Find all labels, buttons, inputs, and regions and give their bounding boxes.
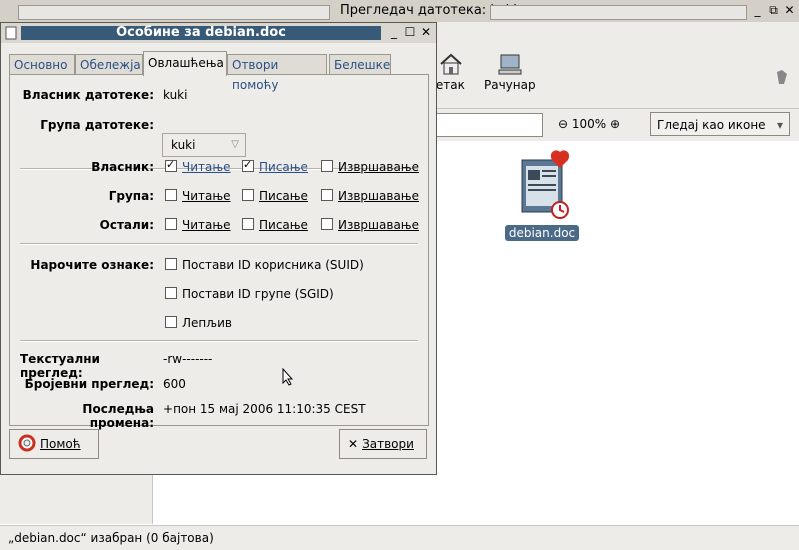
zoom-in-icon[interactable]: ⊕ [610,117,620,131]
location-bar: ⊖ 100% ⊕ Гледај као иконе ▾ [436,109,799,142]
group-write-checkbox[interactable]: Писање [242,189,308,203]
zoom-level[interactable]: 100% [572,117,606,131]
tab-permissions[interactable]: Овлашћења [143,51,227,76]
separator [20,243,418,245]
group-exec-checkbox[interactable]: Извршавање [321,189,419,203]
chevron-down-icon: ▽ [231,139,239,150]
close-button[interactable]: ✕ Затвори [339,429,427,459]
tab-open-with[interactable]: Отвори помоћу [227,54,327,92]
minimize-icon[interactable]: _ [750,3,765,18]
group-label: Група датотеке: [40,118,154,132]
sticky-checkbox[interactable]: Лепљив [165,316,232,330]
suid-checkbox[interactable]: Постави ID корисника (SUID) [165,258,364,272]
computer-label: Рачунар [484,78,536,92]
others-exec-checkbox[interactable]: Извршавање [321,218,419,232]
owner-value: kuki [163,88,188,102]
group-select[interactable]: kuki ▽ [162,133,246,157]
zoom-out-icon[interactable]: ⊖ [558,117,568,131]
permissions-panel: Власник датотеке: kuki Група датотеке: k… [9,74,429,430]
others-read-checkbox[interactable]: Читање [165,218,231,232]
minimize-icon[interactable]: _ [387,25,401,39]
last-change-label: Последња промена: [82,402,154,430]
numeric-view-label: Бројевни преглед: [24,377,154,391]
view-mode-select[interactable]: Гледај као иконе ▾ [650,112,790,136]
lifebuoy-icon [18,434,36,452]
location-input[interactable] [436,113,543,137]
close-icon[interactable]: ✕ [782,3,797,18]
file-manager-titlebar: Прегледач датотека: kuki _ ⧉ ✕ [0,0,799,23]
numeric-view-value: 600 [163,377,186,391]
chevron-down-icon: ▾ [776,118,783,132]
tab-emblems[interactable]: Обележја [75,54,143,75]
close-icon[interactable]: ✕ [419,25,433,39]
document-small-icon [5,26,17,40]
maximize-icon[interactable]: ⧉ [766,3,781,18]
tab-notes[interactable]: Белешке [329,54,391,75]
help-button[interactable]: Помоћ [9,429,99,459]
computer-icon [498,54,522,75]
close-x-icon: ✕ [348,437,359,451]
dialog-title: Особине за debian.doc [21,26,381,40]
perm-others-label: Остали: [99,218,154,232]
text-view-label: Текстуални преглед: [20,352,100,380]
side-pane [0,475,153,524]
throbber-icon [777,70,787,84]
others-write-checkbox[interactable]: Писање [242,218,308,232]
maximize-icon[interactable]: ☐ [403,25,417,39]
text-view-value: -rw------- [163,352,213,366]
titlebar-grip [18,5,330,20]
dialog-titlebar: Особине за debian.doc _ ☐ ✕ [1,23,436,43]
sgid-checkbox[interactable]: Постави ID групе (SGID) [165,287,334,301]
view-mode-label: Гледај као иконе [657,118,766,132]
perm-owner-label: Власник: [91,160,154,174]
owner-write-checkbox[interactable]: Писање [242,158,308,174]
status-bar: „debian.doc“ изабран (0 бајтова) [0,525,799,550]
file-item[interactable]: debian.doc [502,150,582,241]
special-flags-label: Нарочите ознаке: [30,258,154,272]
zoom-control: ⊖ 100% ⊕ [558,117,620,131]
properties-dialog: Особине за debian.doc _ ☐ ✕ Основно Обел… [0,22,437,475]
status-text: „debian.doc“ изабран (0 бајтова) [8,531,214,545]
owner-label: Власник датотеке: [22,88,154,102]
tab-basic[interactable]: Основно [9,54,75,75]
home-icon [440,53,462,75]
file-name: debian.doc [504,225,580,241]
separator [20,340,418,342]
mouse-pointer-icon [282,368,294,386]
file-manager-toolbar: нетак Рачунар [428,22,799,109]
group-read-checkbox[interactable]: Читање [165,189,231,203]
last-change-value: +пон 15 мај 2006 11:10:35 CEST [163,402,366,416]
document-icon [521,150,570,219]
perm-group-label: Група: [108,189,154,203]
group-select-value: kuki [171,138,196,152]
owner-read-checkbox[interactable]: Читање [165,158,231,174]
titlebar-grip-right [490,5,747,20]
computer-button[interactable]: Рачунар [484,52,536,92]
owner-exec-checkbox[interactable]: Извршавање [321,160,419,174]
